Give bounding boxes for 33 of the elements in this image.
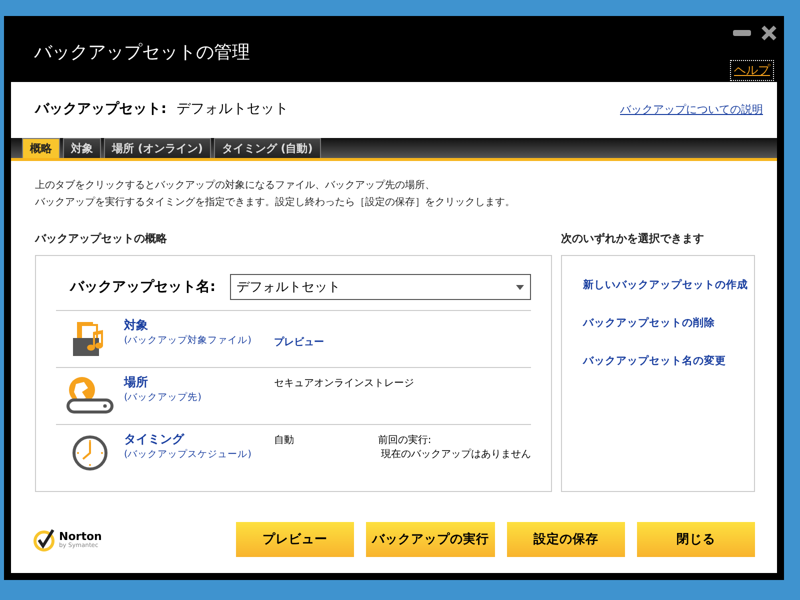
last-run-label: 前回の実行:	[378, 434, 432, 447]
row-title-link[interactable]: タイミング	[124, 431, 274, 448]
row-title-link[interactable]: 対象	[124, 317, 274, 334]
help-link[interactable]: ヘルプ	[730, 60, 774, 81]
set-name-dropdown[interactable]: デフォルトセット	[230, 274, 531, 300]
tab[interactable]: 対象	[63, 138, 101, 158]
preview-link[interactable]: プレビュー	[274, 337, 324, 348]
description-text: 上のタブをクリックするとバックアップの対象になるファイル、バックアップ先の場所、 バックアップを実行するタイミングを指定できます。設定し終わったら［設定の保存］をクリックします。	[34, 178, 516, 210]
window-title: バックアップセットの管理	[34, 41, 250, 65]
row-subtitle: (バックアップスケジュール)	[124, 448, 252, 461]
section-heading: 次のいずれかを選択できます	[561, 231, 705, 246]
row-subtitle: (バックアップ対象ファイル)	[124, 334, 252, 347]
action-link[interactable]: 新しいバックアップセットの作成	[583, 278, 754, 292]
backup-set-label: バックアップセット:	[35, 100, 167, 118]
row-value: 自動	[274, 435, 294, 446]
tab[interactable]: 概略	[22, 138, 60, 158]
tab[interactable]: タイミング (自動)	[214, 138, 321, 158]
action-link[interactable]: バックアップセットの削除	[583, 316, 754, 330]
row-value: セキュアオンラインストレージ	[274, 378, 414, 389]
logo-name: Norton	[59, 530, 102, 542]
tab[interactable]: 場所 (オンライン)	[104, 138, 211, 158]
footer-button[interactable]: 設定の保存	[507, 522, 625, 557]
section-heading: バックアップセットの概略	[35, 231, 168, 246]
set-name-label: バックアップセット名:	[70, 278, 216, 296]
backup-set-value: デフォルトセット	[176, 100, 289, 118]
footer-button[interactable]: プレビュー	[236, 522, 354, 557]
footer-button[interactable]: 閉じる	[637, 522, 755, 557]
about-backup-link[interactable]: バックアップについての説明	[620, 102, 763, 116]
row-subtitle: (バックアップ先)	[124, 391, 202, 404]
row-title-link[interactable]: 場所	[124, 374, 274, 391]
footer-button[interactable]: バックアップの実行	[366, 522, 495, 557]
last-run-value: 現在のバックアップはありません	[380, 448, 531, 461]
action-link[interactable]: バックアップセット名の変更	[583, 354, 754, 368]
